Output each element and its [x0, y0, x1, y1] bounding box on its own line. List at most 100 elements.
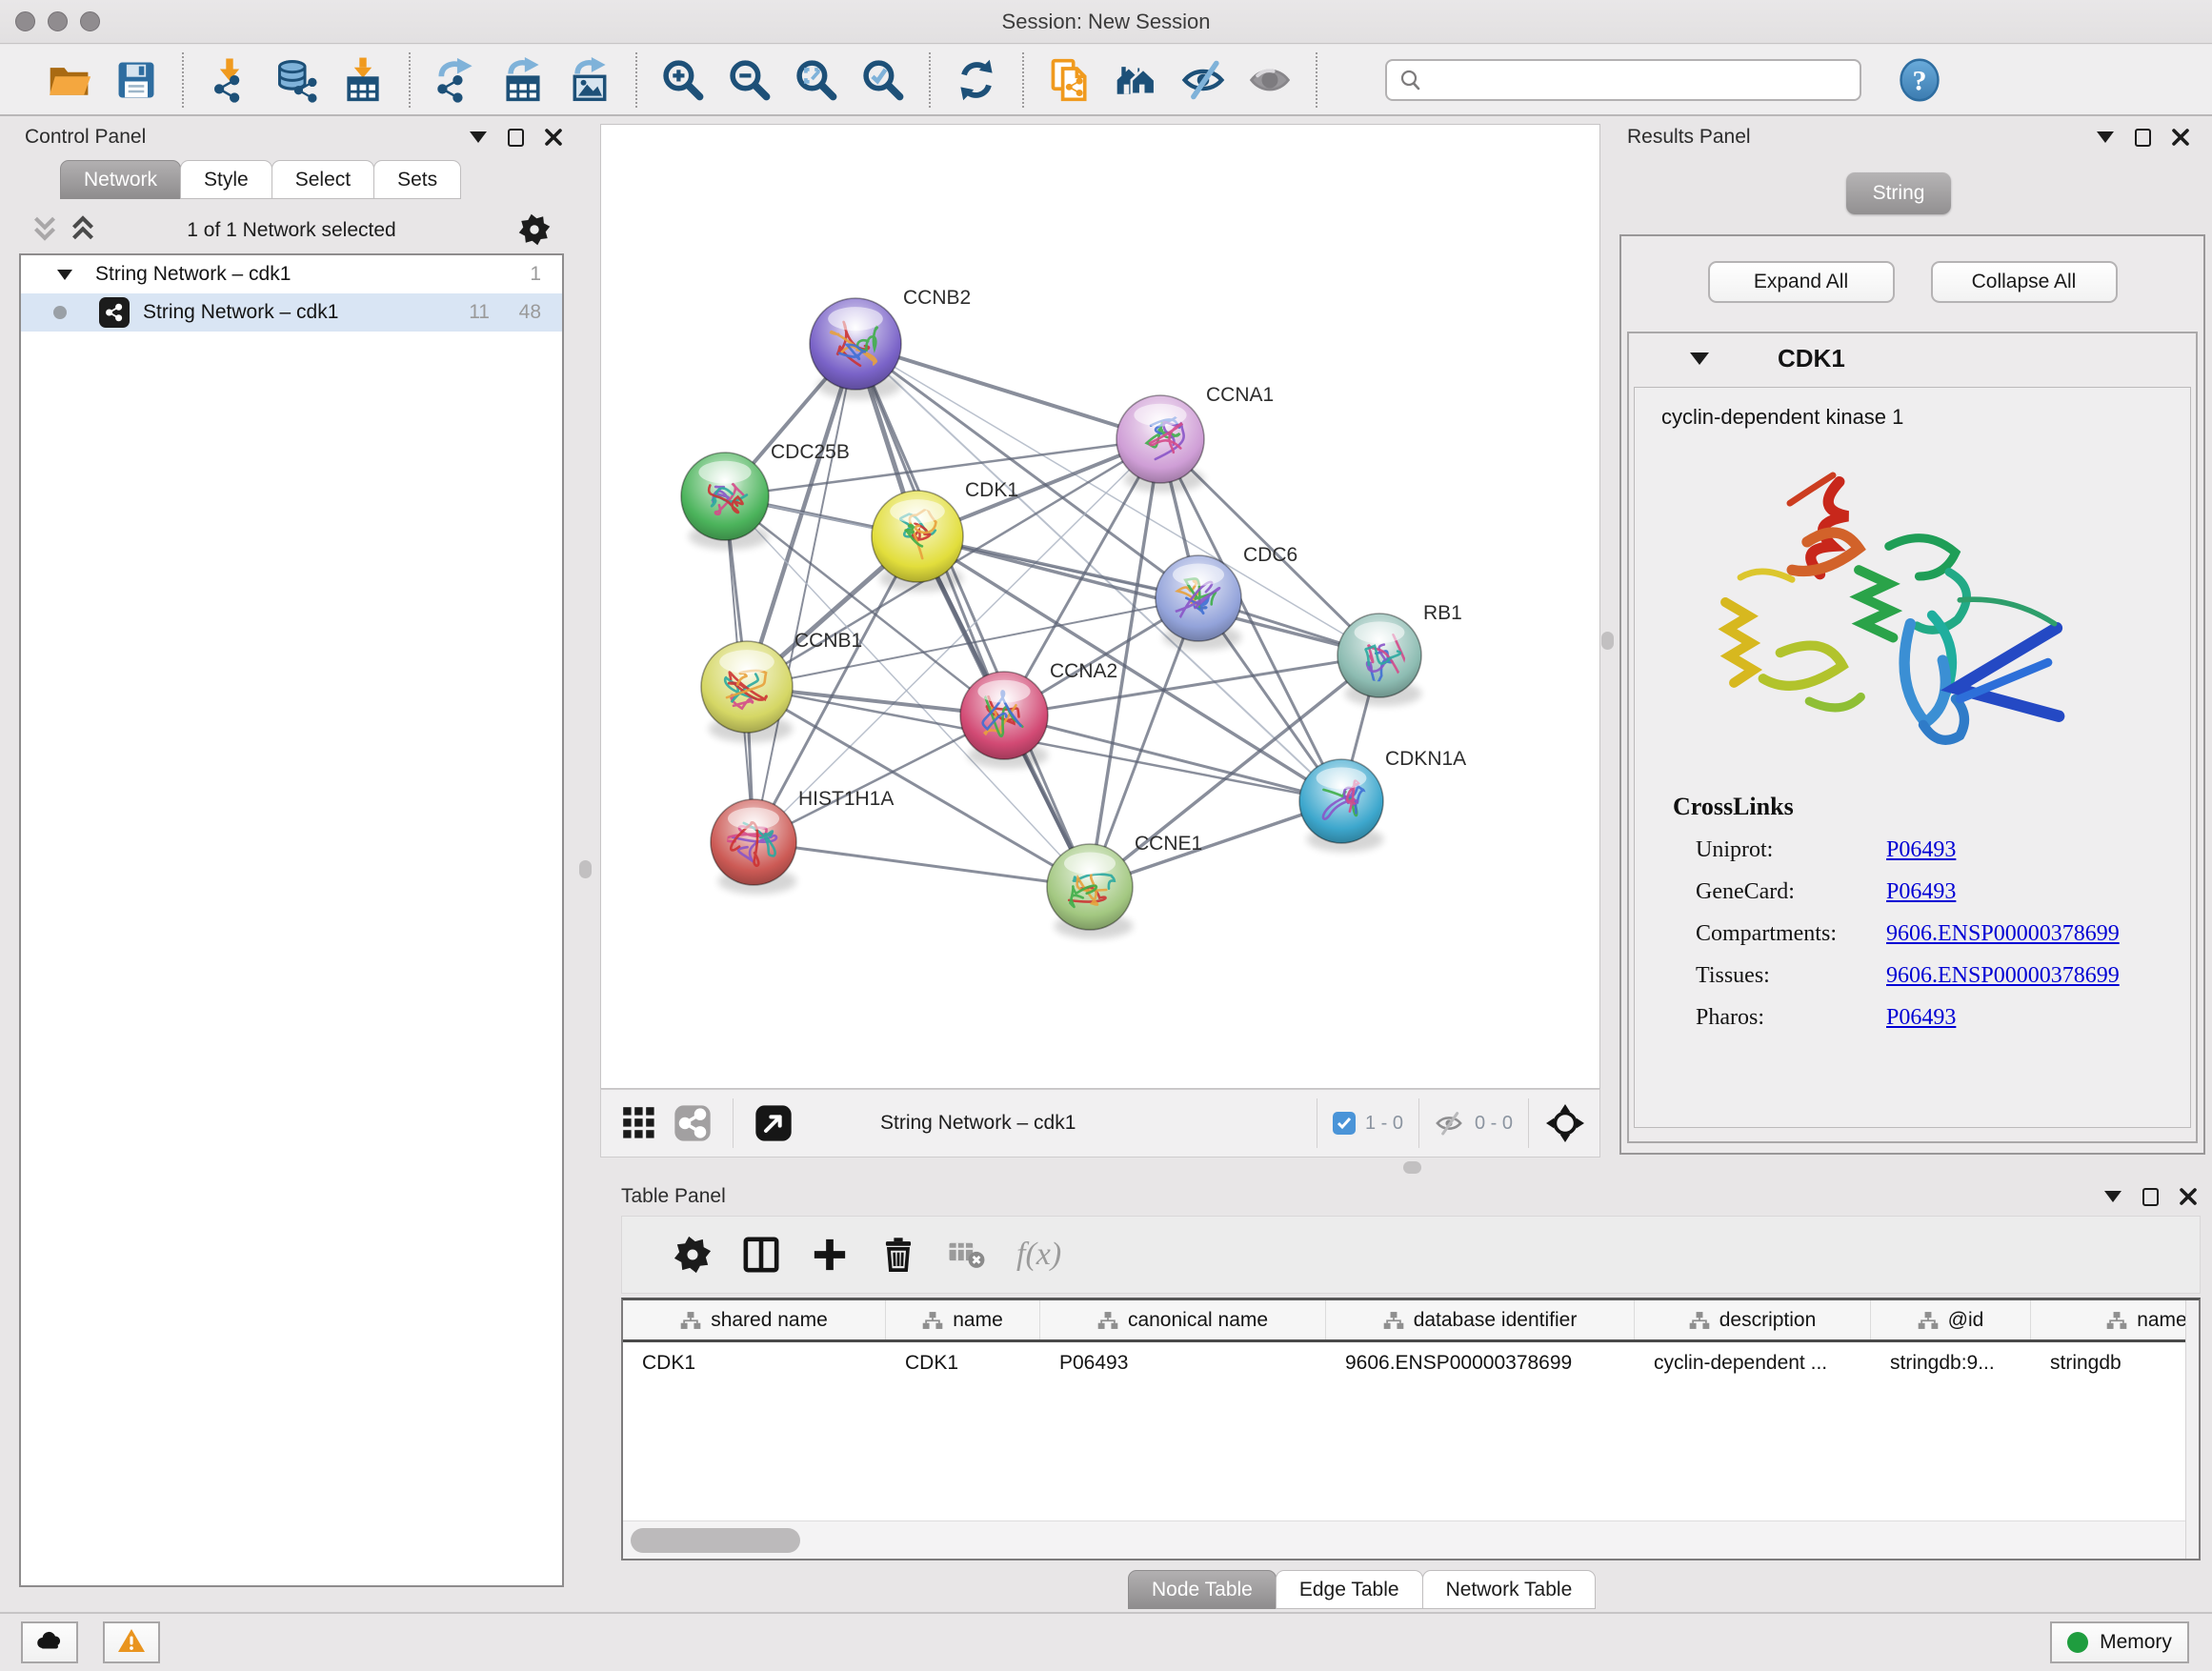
tab-edge-table[interactable]: Edge Table: [1276, 1570, 1423, 1609]
network-edge: [855, 344, 1160, 439]
panel-float-icon[interactable]: [508, 129, 524, 147]
network-current-dot: [53, 306, 67, 319]
collapse-all-button[interactable]: Collapse All: [1931, 261, 2118, 303]
network-node-CCNB2: CCNB2: [810, 287, 971, 399]
tab-string[interactable]: String: [1846, 172, 1951, 214]
panel-float-icon[interactable]: [2135, 129, 2151, 147]
network-node-CDC6: CDC6: [1156, 544, 1297, 651]
crosslink-label: Tissues:: [1696, 963, 1886, 989]
help-icon[interactable]: ?: [1898, 57, 1941, 103]
column-header-label: @id: [1948, 1309, 1984, 1332]
table-settings-gear-icon[interactable]: [672, 1234, 714, 1276]
hide-eye-icon[interactable]: [1178, 55, 1228, 105]
panel-menu-icon[interactable]: [470, 131, 487, 143]
table-vertical-scrollbar[interactable]: [2185, 1300, 2199, 1559]
table-horizontal-scrollbar[interactable]: [623, 1520, 2185, 1559]
search-box[interactable]: [1385, 59, 1861, 101]
collapse-section-icon[interactable]: [1690, 352, 1709, 365]
table-row[interactable]: CDK1CDK1P064939606.ENSP00000378699cyclin…: [623, 1342, 2201, 1384]
memory-button[interactable]: Memory: [2050, 1621, 2189, 1663]
crosslink-value-link[interactable]: P06493: [1886, 837, 1956, 863]
detach-view-icon[interactable]: [754, 1104, 793, 1142]
export-image-icon[interactable]: [565, 55, 614, 105]
protein-card-header[interactable]: CDK1: [1629, 333, 2196, 383]
column-header-shared-name[interactable]: shared name: [623, 1300, 886, 1339]
table-cell: CDK1: [886, 1352, 1040, 1375]
cloud-button[interactable]: [21, 1621, 78, 1663]
panel-menu-icon[interactable]: [2104, 1191, 2122, 1202]
crosslink-row: GeneCard:P06493: [1673, 879, 2190, 905]
tab-sets[interactable]: Sets: [373, 160, 461, 199]
panel-close-icon[interactable]: [2180, 1188, 2197, 1205]
network-collection-row[interactable]: String Network – cdk1 1: [21, 255, 562, 293]
tab-network-table[interactable]: Network Table: [1422, 1570, 1597, 1609]
network-row[interactable]: String Network – cdk1 11 48: [21, 293, 562, 332]
scrollbar-thumb[interactable]: [631, 1528, 800, 1553]
export-network-icon[interactable]: [432, 55, 481, 105]
collection-label: String Network – cdk1: [95, 263, 291, 286]
panel-menu-icon[interactable]: [2097, 131, 2114, 143]
refresh-icon[interactable]: [952, 55, 1001, 105]
selected-checkbox-icon[interactable]: [1333, 1112, 1356, 1135]
node-label: CDC6: [1243, 544, 1297, 566]
column-header-name[interactable]: name: [886, 1300, 1040, 1339]
crosslink-value-link[interactable]: P06493: [1886, 1005, 1956, 1031]
eye-icon[interactable]: [1245, 55, 1295, 105]
column-header-description[interactable]: description: [1635, 1300, 1871, 1339]
control-panel-tabs: NetworkStyleSelectSets: [60, 160, 460, 199]
home-networks-icon[interactable]: [1112, 55, 1161, 105]
bottom-splitter-handle[interactable]: [1403, 1161, 1421, 1174]
network-node-CDKN1A: CDKN1A: [1299, 748, 1466, 852]
tab-style[interactable]: Style: [180, 160, 272, 199]
open-session-icon[interactable]: [45, 55, 94, 105]
add-column-icon[interactable]: [809, 1234, 851, 1276]
network-node-CDK1: CDK1: [872, 479, 1018, 592]
search-input[interactable]: [1431, 69, 1860, 91]
table-type-tabs: Node TableEdge TableNetwork Table: [1128, 1570, 1595, 1609]
import-database-icon[interactable]: [271, 55, 321, 105]
toolbar-separator: [635, 52, 637, 108]
tab-node-table[interactable]: Node Table: [1128, 1570, 1277, 1609]
column-header-canonical-name[interactable]: canonical name: [1040, 1300, 1326, 1339]
zoom-out-icon[interactable]: [725, 55, 774, 105]
column-header-label: description: [1719, 1309, 1817, 1332]
toolbar-separator: [929, 52, 931, 108]
birds-eye-crosshair-icon[interactable]: [1546, 1104, 1584, 1142]
save-session-icon[interactable]: [111, 55, 161, 105]
crosslinks-heading: CrossLinks: [1673, 793, 2190, 821]
import-network-icon[interactable]: [205, 55, 254, 105]
crosslink-value-link[interactable]: P06493: [1886, 879, 1956, 905]
protein-name: CDK1: [1778, 344, 1845, 373]
import-table-icon[interactable]: [338, 55, 388, 105]
node-label: CCNA2: [1050, 660, 1117, 682]
zoom-in-icon[interactable]: [658, 55, 708, 105]
tab-network[interactable]: Network: [60, 160, 181, 199]
network-canvas[interactable]: CCNB2CCNA1CDC25BCDK1CDC6RB1CCNB1CCNA2CDK…: [600, 124, 1600, 1089]
tab-select[interactable]: Select: [271, 160, 374, 199]
network-share-view-icon[interactable]: [674, 1104, 712, 1142]
expand-all-button[interactable]: Expand All: [1708, 261, 1895, 303]
network-edge: [917, 536, 1379, 655]
grid-view-icon[interactable]: [622, 1106, 656, 1140]
left-splitter-handle[interactable]: [579, 860, 592, 878]
panel-close-icon[interactable]: [2172, 129, 2189, 146]
copy-documents-icon[interactable]: [1045, 55, 1095, 105]
panel-float-icon[interactable]: [2142, 1188, 2159, 1206]
delete-column-trash-icon[interactable]: [877, 1234, 919, 1276]
crosslink-value-link[interactable]: 9606.ENSP00000378699: [1886, 921, 2120, 947]
crosslink-label: GeneCard:: [1696, 879, 1886, 905]
crosslink-value-link[interactable]: 9606.ENSP00000378699: [1886, 963, 2120, 989]
zoom-selected-icon[interactable]: [858, 55, 908, 105]
collection-expand-icon[interactable]: [57, 270, 72, 280]
network-node-CCNA1: CCNA1: [1116, 384, 1274, 493]
network-options-gear-icon[interactable]: [518, 213, 551, 251]
warning-button[interactable]: [103, 1621, 160, 1663]
zoom-fit-icon[interactable]: [792, 55, 841, 105]
show-columns-icon[interactable]: [740, 1234, 782, 1276]
column-header-namespace[interactable]: namespace: [2031, 1300, 2201, 1339]
column-header--id[interactable]: @id: [1871, 1300, 2031, 1339]
column-header-database-identifier[interactable]: database identifier: [1326, 1300, 1635, 1339]
export-table-icon[interactable]: [498, 55, 548, 105]
crosslink-row: Tissues:9606.ENSP00000378699: [1673, 963, 2190, 989]
panel-close-icon[interactable]: [545, 129, 562, 146]
